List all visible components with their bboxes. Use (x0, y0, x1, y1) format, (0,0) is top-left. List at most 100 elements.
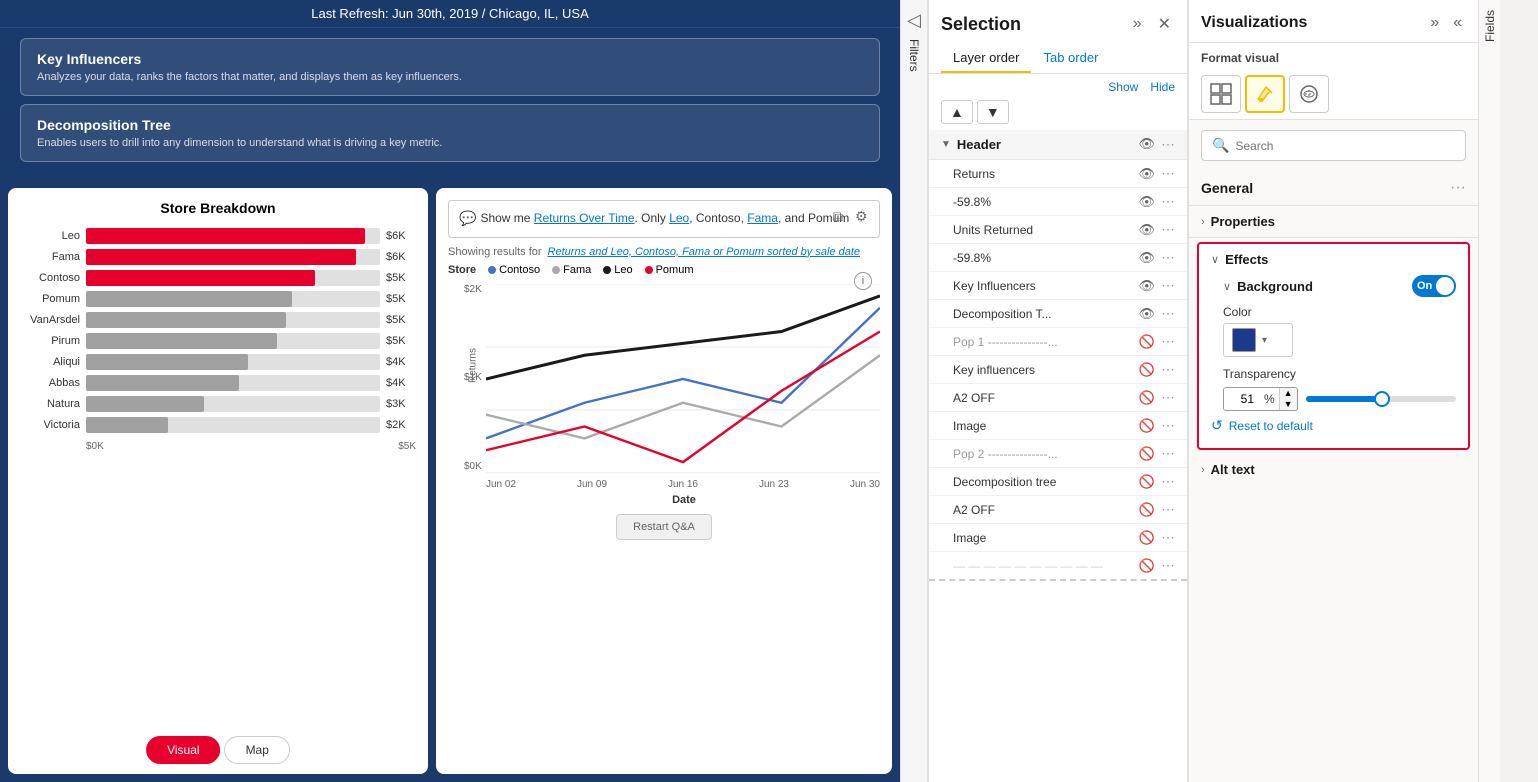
selection-close-icon[interactable]: ✕ (1154, 12, 1175, 36)
eye-icon[interactable]: 👁 (1138, 250, 1155, 266)
list-item[interactable]: Decomposition tree 🚫 ⋯ (929, 468, 1187, 496)
dots-icon[interactable]: ⋯ (1161, 193, 1175, 210)
map-tab[interactable]: Map (225, 736, 290, 764)
viz-type-paint-icon[interactable] (1245, 75, 1285, 113)
dots-icon[interactable]: ⋯ (1161, 305, 1175, 322)
filters-tab[interactable]: ◁ Filters (900, 0, 928, 782)
eye-icon[interactable]: 👁 (1138, 278, 1155, 294)
effects-header[interactable]: ∨ Effects (1211, 252, 1456, 267)
eye-icon[interactable]: 👁 (1138, 194, 1155, 210)
dots-icon[interactable]: ⋯ (1161, 221, 1175, 238)
list-item[interactable]: Image 🚫 ⋯ (929, 412, 1187, 440)
list-item[interactable]: A2 OFF 🚫 ⋯ (929, 496, 1187, 524)
list-item[interactable]: -59.8% 👁 ⋯ (929, 244, 1187, 272)
dots-icon[interactable]: ⋯ (1161, 361, 1175, 378)
viz-type-hand-icon[interactable] (1289, 75, 1329, 113)
eye-hidden-icon[interactable]: 🚫 (1139, 446, 1155, 462)
decomposition-tree-option[interactable]: Decomposition Tree Enables users to dril… (20, 104, 880, 162)
selection-expand-icon[interactable]: » (1129, 13, 1146, 35)
list-item[interactable]: Pop 1 ---------------... 🚫 ⋯ (929, 328, 1187, 356)
transparency-value-input[interactable]: 51 (1224, 388, 1260, 410)
dots-icon[interactable]: ⋯ (1161, 417, 1175, 434)
fields-tab[interactable]: Fields (1478, 0, 1500, 782)
reset-to-default-button[interactable]: ↺ Reset to default (1211, 411, 1313, 440)
list-item[interactable]: Returns 👁 ⋯ (929, 160, 1187, 188)
viz-panel-title: Visualizations (1201, 14, 1307, 32)
list-item[interactable]: Image 🚫 ⋯ (929, 524, 1187, 552)
eye-hidden-icon[interactable]: 🚫 (1139, 558, 1155, 574)
viz-type-grid-icon[interactable] (1201, 75, 1241, 113)
general-header[interactable]: General ··· (1201, 179, 1466, 197)
viz-panel-header: Visualizations » « (1189, 0, 1478, 43)
list-item[interactable]: Decomposition T... 👁 ⋯ (929, 300, 1187, 328)
dots-icon[interactable]: ⋯ (1161, 277, 1175, 294)
bar-fill (86, 417, 168, 433)
layer-name: Returns (953, 167, 1138, 181)
layer-name: -59.8% (953, 195, 1138, 209)
eye-icon[interactable]: 👁 (1138, 222, 1155, 238)
layer-icons: 👁 ⋯ (1138, 165, 1175, 182)
tab-tab-order[interactable]: Tab order (1031, 44, 1110, 73)
move-down-button[interactable]: ▼ (977, 100, 1009, 124)
group-dots-icon[interactable]: ⋯ (1161, 136, 1175, 153)
list-item[interactable]: Pop 2 ---------------... 🚫 ⋯ (929, 440, 1187, 468)
general-dots-icon[interactable]: ··· (1450, 179, 1466, 197)
eye-hidden-icon[interactable]: 🚫 (1139, 334, 1155, 350)
show-button[interactable]: Show (1108, 80, 1138, 94)
search-box: 🔍 (1201, 130, 1466, 161)
list-item[interactable]: Key Influencers 👁 ⋯ (929, 272, 1187, 300)
layer-name: Image (953, 531, 1139, 545)
eye-hidden-icon[interactable]: 🚫 (1139, 362, 1155, 378)
layer-group-header[interactable]: ▼ Header 👁 ⋯ (929, 130, 1187, 160)
dots-icon[interactable]: ⋯ (1161, 473, 1175, 490)
eye-hidden-icon[interactable]: 🚫 (1139, 530, 1155, 546)
dots-icon[interactable]: ⋯ (1161, 557, 1175, 574)
dots-icon[interactable]: ⋯ (1161, 333, 1175, 350)
list-item[interactable]: -59.8% 👁 ⋯ (929, 188, 1187, 216)
layer-icons: 🚫 ⋯ (1139, 361, 1175, 378)
eye-icon[interactable]: 👁 (1138, 166, 1155, 182)
viz-expand-icon[interactable]: » (1426, 12, 1443, 34)
transparency-spin-up[interactable]: ▲ (1280, 388, 1297, 399)
copy-icon[interactable]: ⧉ (833, 207, 851, 225)
group-eye-icon[interactable]: 👁 (1138, 136, 1155, 153)
bar-value: $5K (386, 314, 416, 326)
eye-hidden-icon[interactable]: 🚫 (1139, 474, 1155, 490)
background-toggle[interactable]: On (1412, 275, 1456, 297)
showing-label: Showing results for (448, 246, 542, 258)
x-tick-1: $5K (398, 441, 416, 452)
background-label-row: ∨ Background (1223, 279, 1313, 294)
restart-qa-button[interactable]: Restart Q&A (616, 514, 712, 540)
qa-input-box[interactable]: 💬 Show me Returns Over Time. Only Leo, C… (448, 200, 880, 238)
settings-icon[interactable]: ⚙ (855, 207, 873, 225)
eye-hidden-icon[interactable]: 🚫 (1139, 418, 1155, 434)
dots-icon[interactable]: ⋯ (1161, 249, 1175, 266)
layer-name: Decomposition T... (953, 307, 1138, 321)
eye-icon[interactable]: 👁 (1138, 306, 1155, 322)
transparency-slider[interactable] (1306, 396, 1456, 402)
dots-icon[interactable]: ⋯ (1161, 529, 1175, 546)
dots-icon[interactable]: ⋯ (1161, 165, 1175, 182)
list-item[interactable]: Units Returned 👁 ⋯ (929, 216, 1187, 244)
eye-hidden-icon[interactable]: 🚫 (1139, 502, 1155, 518)
list-item[interactable]: A2 OFF 🚫 ⋯ (929, 384, 1187, 412)
bar-fill (86, 291, 292, 307)
dots-icon[interactable]: ⋯ (1161, 389, 1175, 406)
viz-collapse-icon[interactable]: « (1449, 12, 1466, 34)
search-input[interactable] (1235, 139, 1455, 153)
hide-button[interactable]: Hide (1150, 80, 1175, 94)
key-influencers-option[interactable]: Key Influencers Analyzes your data, rank… (20, 38, 880, 96)
alt-text-section[interactable]: › Alt text (1189, 454, 1478, 485)
eye-hidden-icon[interactable]: 🚫 (1139, 390, 1155, 406)
properties-section[interactable]: › Properties (1189, 206, 1478, 238)
move-up-button[interactable]: ▲ (941, 100, 973, 124)
tab-layer-order[interactable]: Layer order (941, 44, 1031, 73)
results-link[interactable]: Returns and Leo, Contoso, Fama or Pomum … (548, 246, 860, 258)
dots-icon[interactable]: ⋯ (1161, 501, 1175, 518)
transparency-spin-down[interactable]: ▼ (1280, 399, 1297, 410)
reset-label: Reset to default (1229, 419, 1313, 433)
color-picker-button[interactable]: ▾ (1223, 323, 1293, 357)
visual-tab[interactable]: Visual (146, 736, 220, 764)
list-item[interactable]: Key influencers 🚫 ⋯ (929, 356, 1187, 384)
dots-icon[interactable]: ⋯ (1161, 445, 1175, 462)
